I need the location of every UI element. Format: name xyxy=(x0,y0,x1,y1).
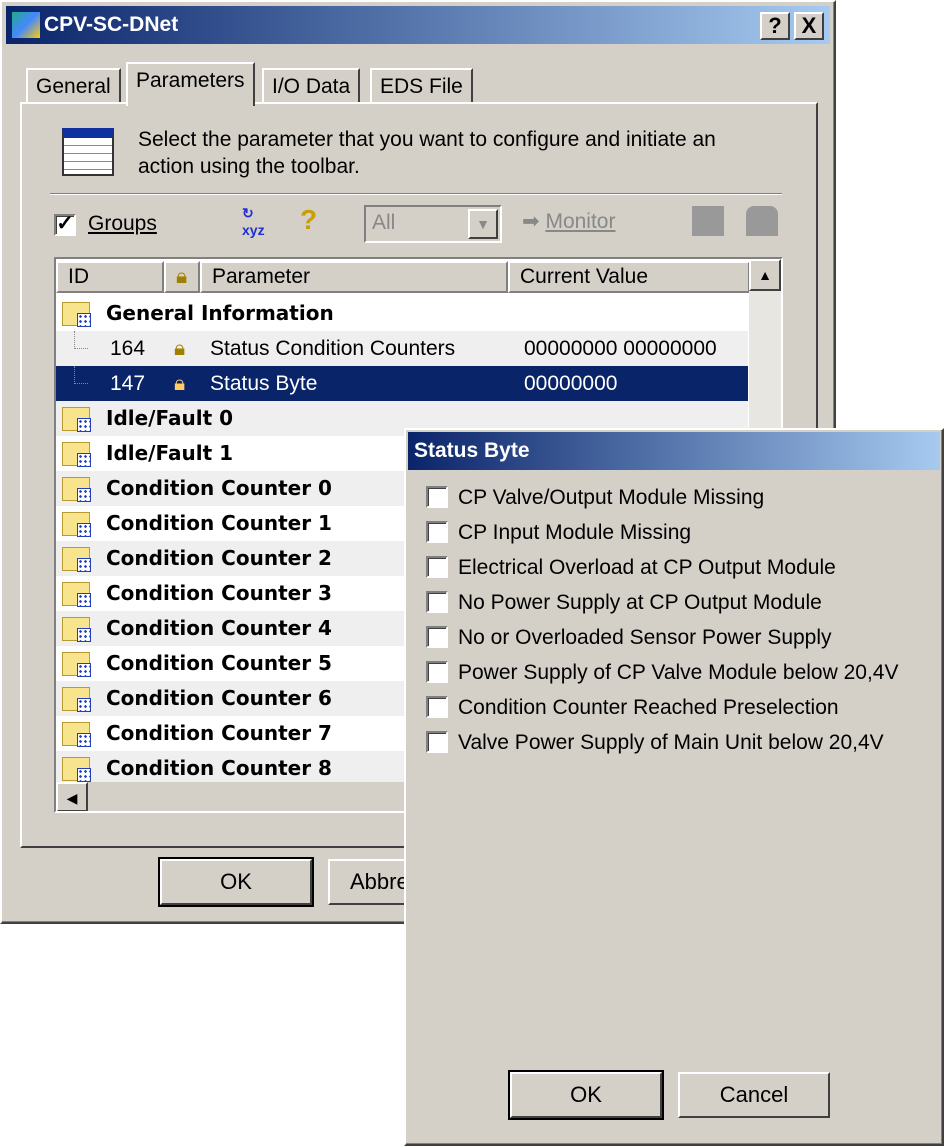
folder-icon xyxy=(62,687,91,712)
folder-icon xyxy=(62,547,91,572)
lock-icon: 🔒︎ xyxy=(174,372,186,395)
column-header-current-value[interactable]: Current Value xyxy=(508,261,750,293)
column-header-id[interactable]: ID xyxy=(56,261,164,293)
folder-icon xyxy=(62,407,91,432)
group-label: Condition Counter 3 xyxy=(106,581,332,605)
group-label: Idle/Fault 1 xyxy=(106,441,234,465)
column-header-lock[interactable]: 🔒︎ xyxy=(164,261,200,293)
filter-value: All xyxy=(372,211,396,234)
lock-icon: 🔒︎ xyxy=(174,337,186,360)
row-id: 147 xyxy=(110,372,146,395)
popup-title: Status Byte xyxy=(414,439,530,462)
chevron-down-icon[interactable]: ▼ xyxy=(468,209,498,239)
option-checkbox[interactable] xyxy=(426,556,448,578)
option-label: Electrical Overload at CP Output Module xyxy=(458,556,836,579)
tab-eds-file[interactable]: EDS File xyxy=(370,68,473,104)
folder-icon xyxy=(62,582,91,607)
tree-group-row[interactable]: General Information xyxy=(56,296,748,331)
group-label: Condition Counter 2 xyxy=(106,546,332,570)
option-checkbox[interactable] xyxy=(426,486,448,508)
option-label: No or Overloaded Sensor Power Supply xyxy=(458,626,832,649)
window-title: CPV-SC-DNet xyxy=(44,13,179,36)
option-checkbox[interactable] xyxy=(426,731,448,753)
option-checkbox[interactable] xyxy=(426,626,448,648)
groups-label[interactable]: Groups xyxy=(88,212,157,236)
option-label: No Power Supply at CP Output Module xyxy=(458,591,822,614)
folder-icon xyxy=(62,617,91,642)
group-label: Condition Counter 0 xyxy=(106,476,332,500)
option-label: Power Supply of CP Valve Module below 20… xyxy=(458,661,899,684)
popup-cancel-button[interactable]: Cancel xyxy=(678,1072,830,1118)
parameter-sheet-icon xyxy=(62,128,114,176)
filter-select[interactable]: All ▼ xyxy=(364,205,502,243)
option-label: CP Input Module Missing xyxy=(458,521,692,544)
tree-line xyxy=(74,331,88,349)
scroll-left-button[interactable]: ◀ xyxy=(56,782,88,811)
close-button[interactable]: X xyxy=(794,12,824,40)
help-button[interactable]: ? xyxy=(760,12,790,40)
upload-device-icon[interactable] xyxy=(746,206,778,236)
row-id: 164 xyxy=(110,337,146,360)
app-icon xyxy=(12,12,40,38)
column-header-parameter[interactable]: Parameter xyxy=(200,261,508,293)
folder-icon xyxy=(62,477,91,502)
groups-checkbox[interactable]: ✓ xyxy=(54,213,76,236)
group-label: Condition Counter 6 xyxy=(106,686,332,710)
folder-icon xyxy=(62,442,91,467)
option-checkbox[interactable] xyxy=(426,661,448,683)
folder-icon xyxy=(62,302,91,327)
group-label: General Information xyxy=(106,301,334,325)
popup-title-bar: Status Byte xyxy=(408,432,940,470)
scroll-up-button[interactable]: ▲ xyxy=(749,259,781,291)
folder-icon xyxy=(62,512,91,537)
group-label: Condition Counter 7 xyxy=(106,721,332,745)
arrow-right-icon: ➡ xyxy=(522,210,540,233)
title-bar: CPV-SC-DNet ? X xyxy=(6,6,830,44)
help-parameter-icon[interactable]: ? xyxy=(300,204,317,236)
tab-general[interactable]: General xyxy=(26,68,121,104)
sort-xyz-icon[interactable]: ↻ xyz xyxy=(242,205,265,238)
row-parameter: Status Byte xyxy=(210,372,318,395)
option-checkbox[interactable] xyxy=(426,696,448,718)
popup-ok-button[interactable]: OK xyxy=(508,1070,664,1120)
option-label: CP Valve/Output Module Missing xyxy=(458,486,765,509)
row-value: 00000000 00000000 xyxy=(524,337,717,360)
tab-io-data[interactable]: I/O Data xyxy=(262,68,361,104)
group-label: Condition Counter 4 xyxy=(106,616,332,640)
folder-icon xyxy=(62,757,91,782)
table-row[interactable]: 164 🔒︎ Status Condition Counters 0000000… xyxy=(56,331,748,366)
group-label: Condition Counter 8 xyxy=(106,756,332,780)
lock-icon: 🔒︎ xyxy=(176,265,188,288)
tab-parameters[interactable]: Parameters xyxy=(126,62,255,106)
group-label: Idle/Fault 0 xyxy=(106,406,234,430)
option-label: Condition Counter Reached Preselection xyxy=(458,696,839,719)
ok-button[interactable]: OK xyxy=(158,857,314,907)
folder-icon xyxy=(62,722,91,747)
option-label: Valve Power Supply of Main Unit below 20… xyxy=(458,731,884,754)
row-parameter: Status Condition Counters xyxy=(210,337,456,360)
divider xyxy=(50,193,782,195)
instruction-text: Select the parameter that you want to co… xyxy=(138,128,716,178)
option-checkbox[interactable] xyxy=(426,591,448,613)
status-byte-dialog: Status Byte CP Valve/Output Module Missi… xyxy=(404,428,944,1146)
folder-icon xyxy=(62,652,91,677)
table-row[interactable]: 147 🔒︎ Status Byte 00000000 xyxy=(56,366,748,401)
option-checkbox[interactable] xyxy=(426,521,448,543)
monitor-button[interactable]: ➡ Monitor xyxy=(522,209,615,234)
group-label: Condition Counter 1 xyxy=(106,511,332,535)
download-device-icon[interactable] xyxy=(692,206,724,236)
tree-line xyxy=(74,366,88,384)
group-label: Condition Counter 5 xyxy=(106,651,332,675)
row-value: 00000000 xyxy=(524,372,618,395)
monitor-label: Monitor xyxy=(545,210,616,233)
